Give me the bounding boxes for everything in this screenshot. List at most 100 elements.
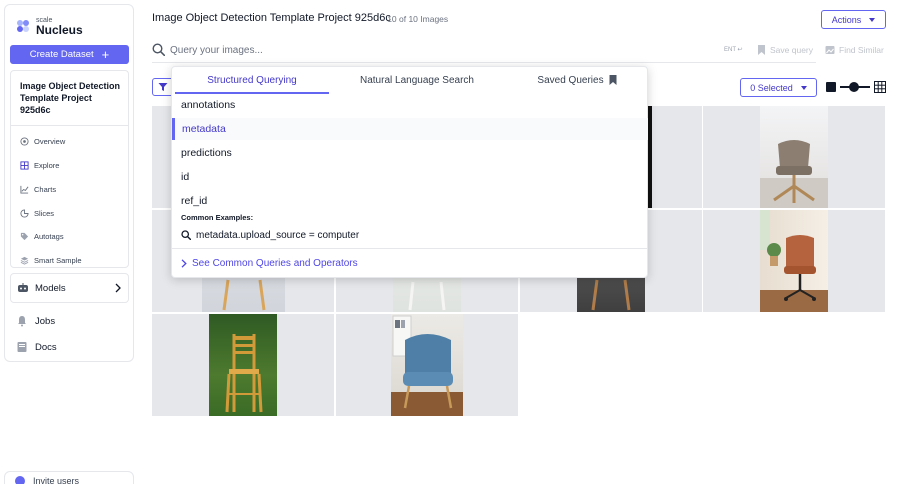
robot-icon: [18, 283, 28, 292]
slices-icon: [20, 208, 29, 218]
field-label: ref_id: [181, 195, 208, 207]
image-icon: [825, 46, 835, 54]
image-thumbnail: [391, 314, 463, 416]
image-thumbnail: [209, 314, 277, 416]
selected-count: 0 Selected: [750, 82, 793, 93]
project-title: Image Object Detection Template Project …: [20, 81, 121, 115]
sidebar-item-docs[interactable]: Docs: [16, 340, 57, 354]
field-option-ref-id[interactable]: ref_id: [172, 190, 648, 212]
field-label: predictions: [181, 147, 232, 159]
bell-icon: [18, 316, 26, 327]
sidebar-item-label: Slices: [34, 208, 55, 218]
see-common-queries-link[interactable]: See Common Queries and Operators: [181, 256, 358, 270]
sidebar-item-slices[interactable]: Slices: [20, 206, 54, 220]
sidebar-item-label: Charts: [34, 184, 57, 194]
actions-label: Actions: [831, 14, 862, 25]
tab-label: Saved Queries: [537, 74, 604, 86]
plus-icon: +: [101, 47, 110, 62]
bookmark-icon: [609, 75, 617, 85]
image-cell[interactable]: [703, 106, 885, 208]
filter-icon: [158, 83, 168, 91]
chair-photo: [391, 315, 463, 416]
field-label: id: [181, 171, 190, 183]
models-label: Models: [35, 282, 66, 294]
field-option-predictions[interactable]: predictions: [172, 142, 648, 164]
docs-label: Docs: [35, 341, 57, 353]
image-cell[interactable]: [703, 210, 885, 312]
tag-icon: [20, 232, 29, 240]
selection-dropdown[interactable]: 0 Selected: [740, 78, 817, 97]
sidebar-item-explore[interactable]: Explore: [20, 158, 59, 172]
grid-icon: [20, 160, 29, 170]
example-query[interactable]: metadata.upload_source = computer: [181, 227, 359, 243]
sidebar-item-smart-sample[interactable]: Smart Sample: [20, 253, 82, 267]
sidebar: scale Nucleus Create Dataset + Image Obj…: [4, 4, 134, 362]
thumbnail-size-slider[interactable]: [840, 81, 870, 93]
query-dropdown: Structured Querying Natural Language Sea…: [171, 66, 648, 278]
see-common-queries-label: See Common Queries and Operators: [192, 257, 358, 269]
sidebar-item-models[interactable]: Models: [10, 273, 129, 303]
layers-icon: [20, 256, 29, 265]
image-thumbnail: [760, 210, 828, 312]
search-icon: [152, 43, 165, 56]
caret-down-icon: [869, 17, 876, 22]
sidebar-item-label: Explore: [34, 160, 60, 170]
caret-down-icon: [800, 85, 807, 90]
brand[interactable]: scale Nucleus: [15, 15, 83, 37]
sidebar-item-jobs[interactable]: Jobs: [16, 314, 55, 328]
sidebar-item-label: Overview: [34, 136, 66, 146]
search-icon: [181, 230, 191, 240]
save-query-label: Save query: [770, 45, 813, 55]
chevron-right-icon: [115, 283, 121, 293]
document-icon: [17, 342, 27, 352]
small-thumbnail-icon[interactable]: [826, 82, 836, 92]
field-label: annotations: [181, 99, 236, 111]
field-option-annotations[interactable]: annotations: [172, 94, 648, 116]
sidebar-item-label: Smart Sample: [34, 255, 82, 265]
tab-structured-querying[interactable]: Structured Querying: [175, 67, 329, 93]
field-option-id[interactable]: id: [172, 166, 648, 188]
project-divider: [11, 125, 128, 126]
user-plus-icon: [15, 476, 25, 484]
invite-users-label: Invite users: [33, 476, 80, 484]
chair-photo: [760, 140, 828, 208]
page-title: Image Object Detection Template Project …: [152, 12, 391, 24]
actions-button[interactable]: Actions: [821, 10, 886, 29]
image-cell[interactable]: [336, 314, 518, 416]
jobs-label: Jobs: [35, 315, 56, 327]
invite-users-button[interactable]: Invite users: [4, 471, 134, 484]
overview-icon: [20, 136, 29, 146]
chart-icon: [20, 185, 29, 194]
image-count: - 10 of 10 Images: [382, 14, 449, 24]
chevron-right-icon: [181, 258, 187, 268]
project-card: Image Object Detection Template Project …: [10, 70, 129, 268]
enter-hint: ENT ↩: [724, 47, 743, 53]
search-input[interactable]: [170, 41, 620, 59]
grid-view-icon[interactable]: [874, 81, 886, 93]
brand-name: Nucleus: [36, 22, 83, 37]
dropdown-divider: [172, 248, 647, 249]
examples-heading: Common Examples:: [181, 213, 254, 222]
field-label: metadata: [182, 123, 226, 135]
sidebar-item-charts[interactable]: Charts: [20, 182, 56, 196]
sidebar-item-overview[interactable]: Overview: [20, 134, 65, 148]
find-similar-button[interactable]: Find Similar: [825, 44, 884, 56]
tab-saved-queries[interactable]: Saved Queries: [507, 67, 647, 93]
field-option-metadata[interactable]: metadata: [172, 118, 648, 140]
create-dataset-button[interactable]: Create Dataset +: [10, 45, 129, 64]
tab-natural-language-search[interactable]: Natural Language Search: [337, 67, 497, 93]
example-query-text: metadata.upload_source = computer: [196, 229, 360, 241]
image-cell[interactable]: [152, 314, 334, 416]
sidebar-item-autotags[interactable]: Autotags: [20, 229, 64, 243]
bookmark-icon: [758, 45, 765, 55]
tab-label: Natural Language Search: [360, 74, 474, 86]
nucleus-logo-icon: [17, 20, 29, 32]
slider-handle[interactable]: [849, 82, 859, 92]
save-query-button[interactable]: Save query: [757, 44, 813, 56]
chair-photo: [760, 210, 828, 312]
tab-label: Structured Querying: [207, 74, 297, 86]
sidebar-item-label: Autotags: [34, 231, 64, 241]
find-similar-label: Find Similar: [839, 45, 884, 55]
create-dataset-label: Create Dataset: [29, 49, 94, 60]
chair-photo: [225, 334, 263, 413]
